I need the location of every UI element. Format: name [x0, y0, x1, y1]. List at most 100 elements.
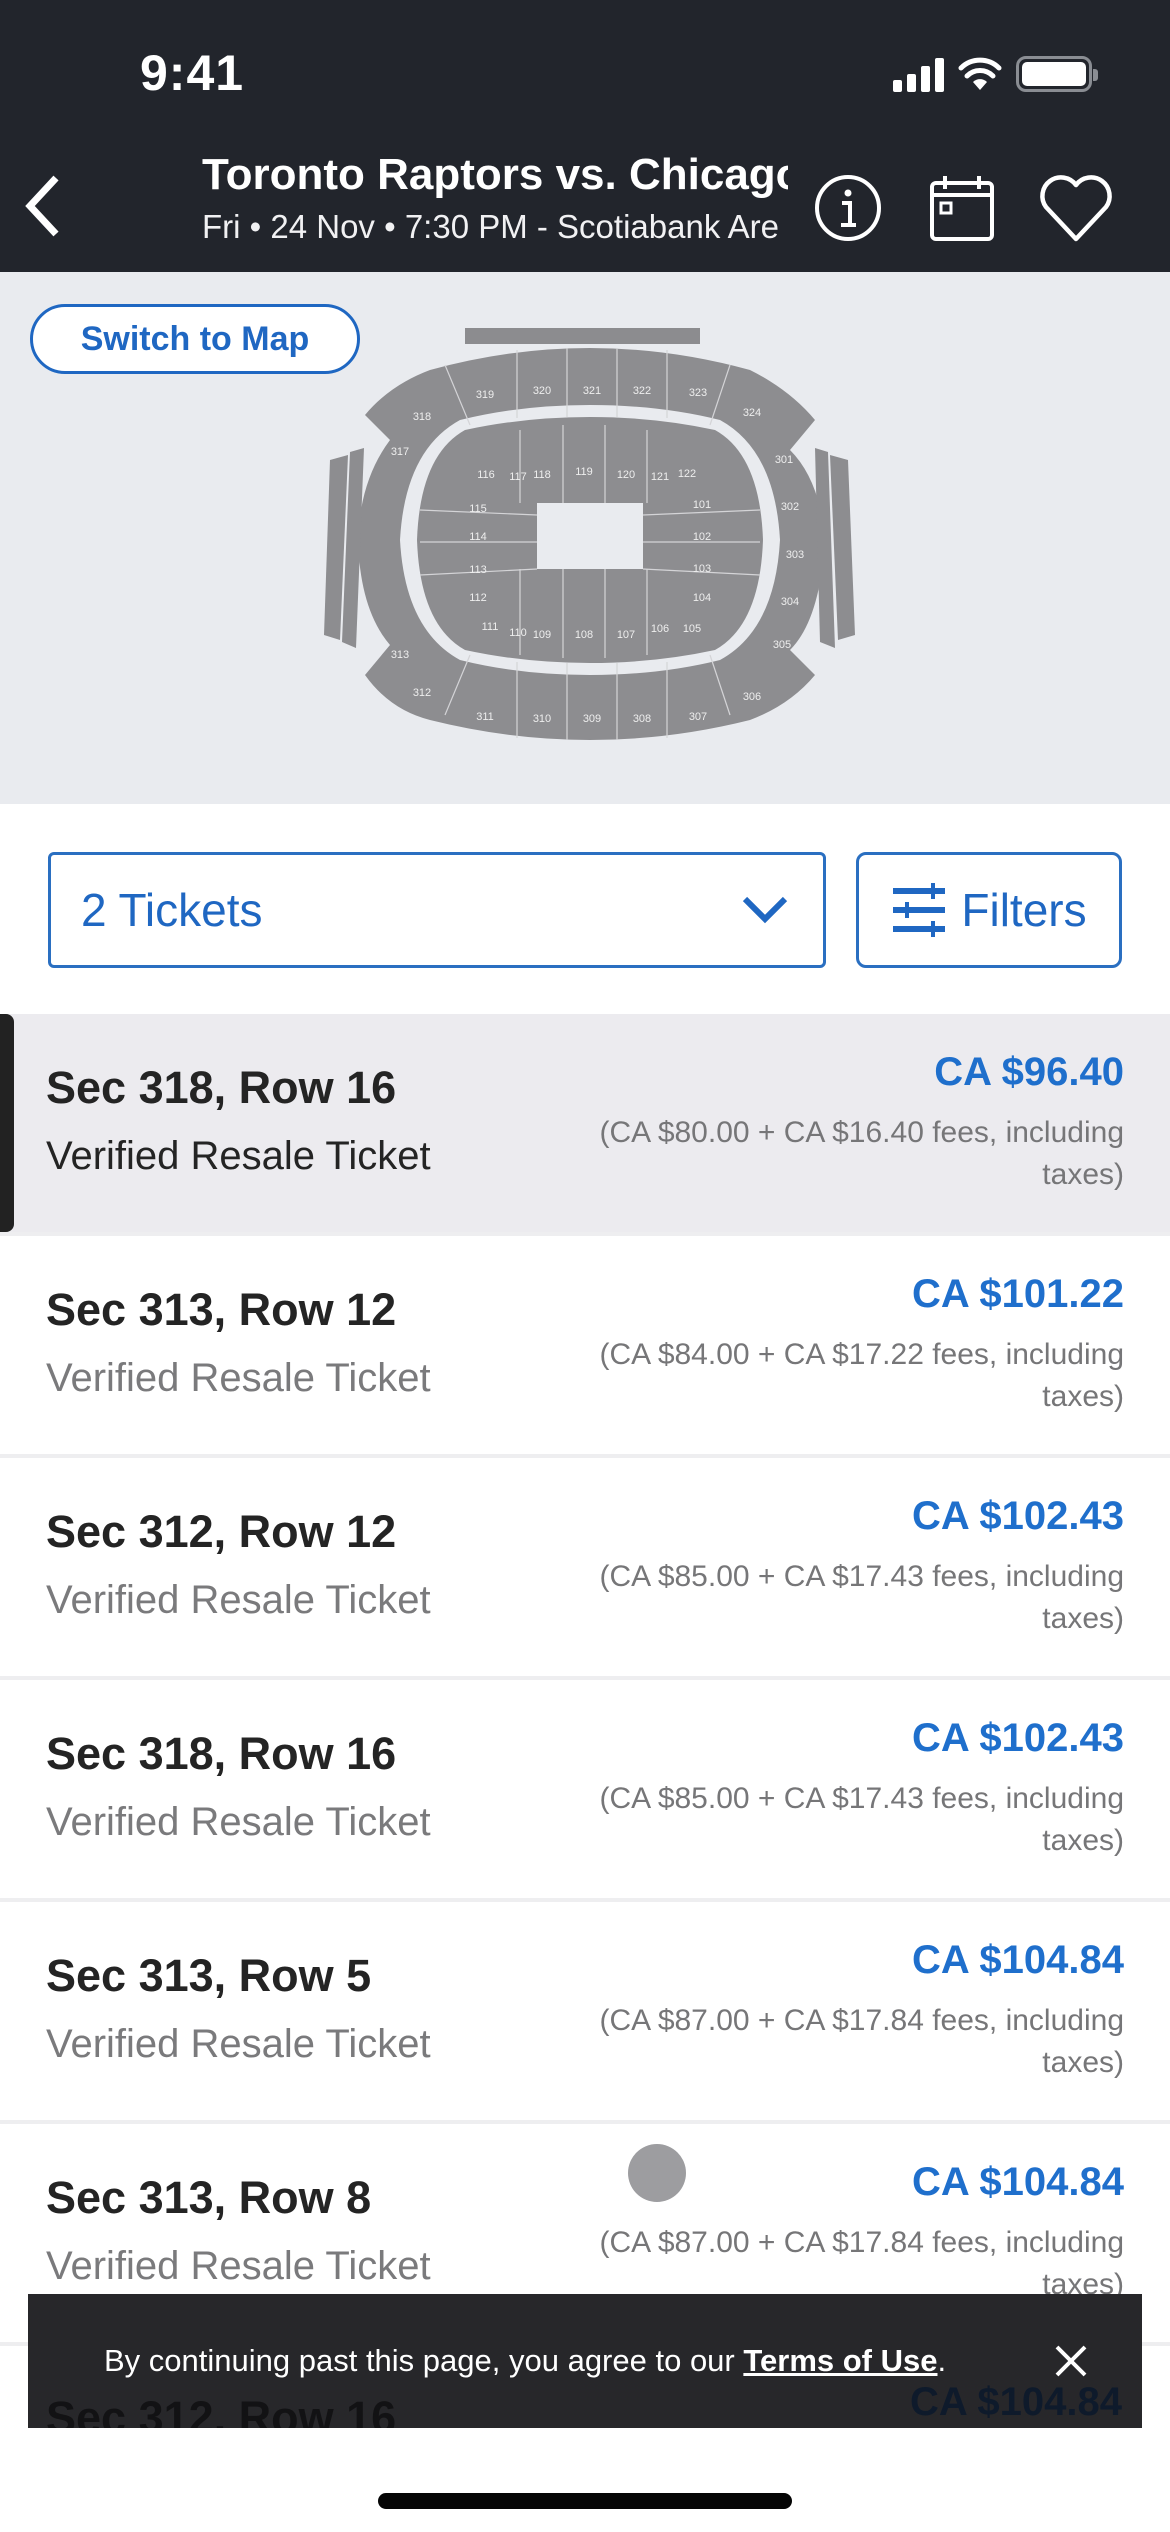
listing-section: Sec 318, Row 16	[46, 1062, 397, 1113]
wifi-icon	[958, 57, 1002, 90]
section-label: 323	[689, 387, 707, 399]
event-subtitle: Fri • 24 Nov • 7:30 PM - Scotiabank Aren…	[202, 208, 780, 245]
listing-type: Verified Resale Ticket	[46, 1134, 431, 1178]
listing-price: CA $104.84	[912, 1938, 1124, 1982]
switch-to-map-button[interactable]: Switch to Map	[30, 304, 360, 374]
listing-section: Sec 313, Row 8	[46, 2172, 372, 2223]
listing-price: CA $102.43	[912, 1494, 1124, 1538]
info-icon	[815, 175, 881, 241]
listing-section: Sec 312, Row 12	[46, 1506, 397, 1557]
section-label: 317	[391, 446, 409, 458]
terms-text: By continuing past this page, you agree …	[104, 2343, 744, 2378]
court	[537, 503, 643, 569]
home-indicator[interactable]	[378, 2493, 792, 2509]
chevron-left-icon	[25, 175, 59, 237]
sliders-icon	[893, 883, 946, 937]
section-label: 113	[469, 564, 487, 576]
section-label: 319	[476, 389, 494, 401]
listing-controls: 2 Tickets Filters	[0, 804, 1170, 1014]
section-label: 120	[617, 469, 635, 481]
terms-of-use-link[interactable]: Terms of Use	[743, 2343, 937, 2379]
section-label: 318	[413, 411, 431, 423]
filters-label: Filters	[961, 884, 1087, 936]
section-label: 115	[469, 503, 487, 515]
section-label: 310	[533, 713, 551, 725]
listing-row[interactable]: Sec 313, Row 5 Verified Resale Ticket CA…	[0, 1902, 1170, 2124]
listing-price-breakdown: (CA $85.00 + CA $17.43 fees, including t…	[599, 1782, 1124, 1857]
info-button[interactable]	[808, 168, 888, 248]
listing-row[interactable]: Sec 312, Row 12 Verified Resale Ticket C…	[0, 1458, 1170, 1680]
section-label: 116	[477, 469, 495, 481]
listing-row[interactable]: Sec 318, Row 16 Verified Resale Ticket C…	[0, 1680, 1170, 1902]
app-header: 9:41 Toronto Raptors vs. Chicago Bulls F…	[0, 0, 1170, 272]
section-label: 109	[533, 629, 551, 641]
section-label: 110	[509, 627, 527, 639]
section-label: 111	[482, 621, 499, 633]
section-label: 302	[781, 501, 799, 513]
terms-suffix: .	[937, 2343, 947, 2378]
section-label: 104	[693, 592, 711, 604]
status-icons	[893, 56, 1098, 92]
calendar-icon	[930, 176, 994, 241]
listing-price: CA $102.43	[912, 1716, 1124, 1760]
cellular-signal-icon	[893, 56, 944, 92]
section-label: 108	[575, 629, 593, 641]
event-title: Toronto Raptors vs. Chicago Bulls	[202, 150, 788, 199]
listing-price-breakdown: (CA $87.00 + CA $17.84 fees, including t…	[599, 2004, 1124, 2079]
ticket-listings: Sec 318, Row 16 Verified Resale Ticket C…	[0, 1014, 1170, 2346]
terms-banner: By continuing past this page, you agree …	[28, 2294, 1142, 2428]
section-label: 117	[509, 471, 527, 483]
section-label: 102	[693, 531, 711, 543]
section-label: 305	[773, 639, 791, 651]
section-label: 106	[651, 623, 669, 635]
listing-row[interactable]: Sec 318, Row 16 Verified Resale Ticket C…	[0, 1014, 1170, 1236]
listing-price-breakdown: (CA $85.00 + CA $17.43 fees, including t…	[599, 1560, 1124, 1635]
listing-type: Verified Resale Ticket	[46, 1578, 431, 1622]
listing-price: CA $101.22	[912, 1272, 1124, 1316]
listing-price: CA $96.40	[934, 1050, 1124, 1094]
listing-type: Verified Resale Ticket	[46, 1800, 431, 1844]
section-label: 107	[617, 629, 635, 641]
filters-button[interactable]: Filters	[856, 852, 1122, 968]
back-button[interactable]	[14, 166, 74, 246]
listing-price: CA $104.84	[912, 2160, 1124, 2204]
listing-row[interactable]: Sec 313, Row 12 Verified Resale Ticket C…	[0, 1236, 1170, 1458]
section-label: 311	[476, 711, 494, 723]
ticket-quantity-select[interactable]: 2 Tickets	[48, 852, 826, 968]
section-label: 309	[583, 713, 601, 725]
section-label: 101	[693, 499, 711, 511]
suite-strip-top	[465, 328, 700, 344]
section-label: 122	[678, 468, 696, 480]
section-label: 303	[786, 549, 804, 561]
listing-type: Verified Resale Ticket	[46, 1356, 431, 1400]
listing-section: Sec 313, Row 12	[46, 1284, 397, 1335]
close-icon	[1055, 2345, 1087, 2377]
close-banner-button[interactable]	[1044, 2334, 1098, 2388]
section-label: 313	[391, 649, 409, 661]
section-label: 322	[633, 385, 651, 397]
listing-type: Verified Resale Ticket	[46, 2244, 431, 2288]
touch-indicator	[628, 2144, 686, 2202]
ticket-quantity-value: 2 Tickets	[81, 884, 263, 936]
section-label: 301	[775, 454, 793, 466]
section-label: 304	[781, 596, 799, 608]
section-label: 320	[533, 385, 551, 397]
side-seats-right	[830, 455, 855, 640]
status-time: 9:41	[140, 45, 245, 101]
section-label: 114	[469, 531, 487, 543]
section-label: 308	[633, 713, 651, 725]
section-label: 105	[683, 623, 701, 635]
listing-section: Sec 318, Row 16	[46, 1728, 397, 1779]
section-label: 312	[413, 687, 431, 699]
seat-map-area: Switch to Map 319 320 321 322 323 324 31…	[0, 272, 1170, 804]
section-label: 103	[693, 563, 711, 575]
listing-price-breakdown: (CA $80.00 + CA $16.40 fees, including t…	[599, 1116, 1124, 1191]
section-label: 112	[469, 592, 487, 604]
favorite-button[interactable]	[1036, 168, 1116, 248]
heart-icon	[1040, 175, 1112, 242]
section-label: 118	[533, 469, 551, 481]
section-label: 121	[651, 471, 669, 483]
add-to-calendar-button[interactable]	[922, 168, 1002, 248]
arena-seat-map[interactable]: 319 320 321 322 323 324 318 317 301 302 303 30…	[320, 320, 860, 760]
bottom-safe-area	[0, 2428, 1170, 2532]
